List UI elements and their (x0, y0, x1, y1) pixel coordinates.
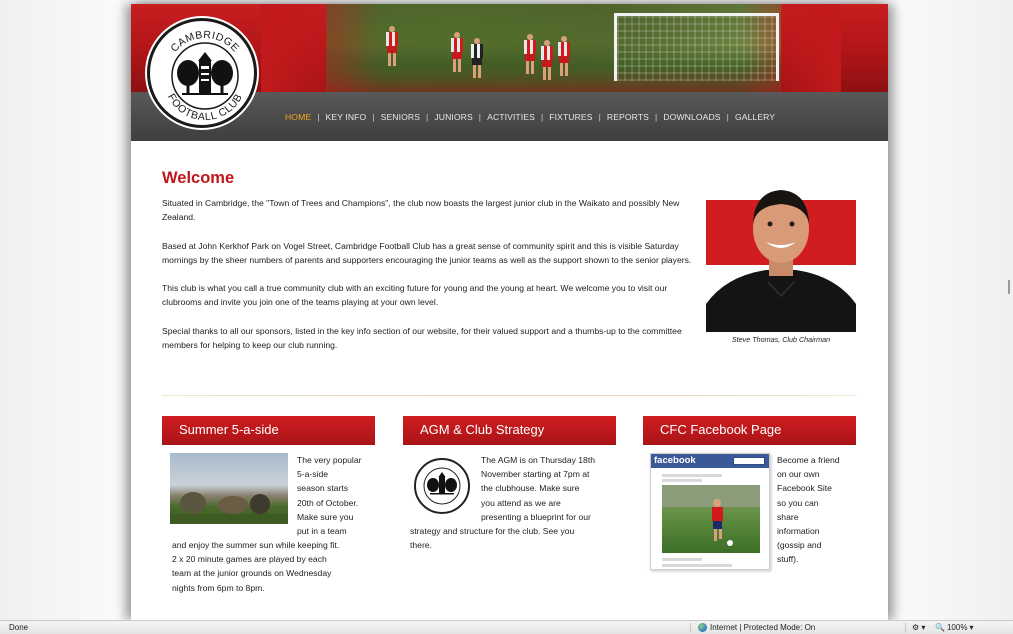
facebook-screenshot[interactable]: facebook (650, 453, 770, 570)
nav-item-reports[interactable]: REPORTS (607, 112, 649, 122)
agm-bottom-text: strategy and structure for the club. See… (410, 526, 575, 551)
protected-mode-icon[interactable]: ⚙ ▾ (912, 623, 925, 632)
summer-box-header[interactable]: Summer 5-a-side (162, 416, 375, 445)
scrollbar-marker[interactable] (1008, 280, 1010, 294)
zoom-control[interactable]: 🔍 100% ▾ (935, 623, 973, 632)
welcome-paragraph: Situated in Cambridge, the "Town of Tree… (162, 198, 680, 223)
globe-icon (698, 623, 707, 632)
browser-statusbar: Done Internet | Protected Mode: On ⚙ ▾ 🔍… (0, 620, 1013, 634)
chevron-down-icon: ▾ (969, 623, 974, 632)
nav-item-gallery[interactable]: GALLERY (735, 112, 775, 122)
welcome-paragraph: Special thanks to all our sponsors, list… (162, 325, 682, 350)
zone-text: Internet | Protected Mode: On (710, 623, 816, 632)
summer-photo (170, 453, 288, 524)
nav-separator: | (540, 112, 544, 122)
nav-separator: | (317, 112, 320, 122)
nav-item-home[interactable]: HOME (285, 112, 311, 122)
nav-item-downloads[interactable]: DOWNLOADS (663, 112, 720, 122)
nav-item-juniors[interactable]: JUNIORS (434, 112, 472, 122)
facebook-side-text: Become a friend on our own Facebook Site… (777, 455, 840, 565)
webpage: HOME | KEY INFO | SENIORS | JUNIORS | ACTIVITIES… (131, 4, 888, 620)
player-figure (524, 34, 536, 74)
agm-side-text: The AGM is on Thursday 18th November sta… (481, 455, 596, 522)
zoom-icon: 🔍 (935, 623, 945, 632)
player-figure (386, 26, 398, 66)
nav-separator: | (372, 112, 375, 122)
player-figure (558, 36, 570, 76)
security-zone[interactable]: Internet | Protected Mode: On (698, 623, 815, 632)
welcome-paragraph: This club is what you call a true commun… (162, 283, 668, 308)
player-figure (471, 38, 483, 78)
nav-separator: | (598, 112, 601, 122)
welcome-paragraph: Based at John Kerkhof Park on Vogel Stre… (162, 240, 692, 265)
facebook-photo (662, 485, 760, 553)
nav-item-activities[interactable]: ACTIVITIES (487, 112, 535, 122)
club-crest-icon: CAMBRIDGE FOOTBALL CLUB (165, 29, 244, 123)
nav-separator: | (655, 112, 658, 122)
goal-net (614, 13, 779, 81)
chairman-caption: Steve Thomas, Club Chairman (731, 335, 831, 344)
status-text: Done (9, 623, 29, 632)
chairman-portrait (706, 190, 856, 332)
club-crest-icon (414, 458, 470, 514)
nav-item-seniors[interactable]: SENIORS (381, 112, 420, 122)
summer-bottom-text: and enjoy the summer sun while keeping f… (172, 540, 340, 593)
site-header: HOME | KEY INFO | SENIORS | JUNIORS | ACTIVITIES… (131, 4, 888, 141)
nav-menu: HOME | KEY INFO | SENIORS | JUNIORS | ACTIVITIES… (285, 112, 775, 122)
nav-separator: | (726, 112, 729, 122)
summer-side-text: The very popular 5-a-side season starts … (297, 455, 362, 537)
zoom-level: 100% (946, 623, 968, 632)
nav-item-key-info[interactable]: KEY INFO (326, 112, 367, 122)
section-divider (162, 395, 857, 396)
welcome-text: Situated in Cambridge, the "Town of Tree… (162, 196, 692, 366)
nav-separator: | (426, 112, 429, 122)
facebook-box-header[interactable]: CFC Facebook Page (643, 416, 856, 445)
page-title: Welcome (162, 169, 235, 187)
nav-item-fixtures[interactable]: FIXTURES (549, 112, 592, 122)
nav-separator: | (478, 112, 482, 122)
club-logo[interactable]: CAMBRIDGE FOOTBALL CLUB (147, 18, 257, 128)
chairman-photo (706, 184, 856, 332)
agm-box-header[interactable]: AGM & Club Strategy (403, 416, 616, 445)
player-figure (451, 32, 463, 72)
player-figure (541, 40, 553, 80)
